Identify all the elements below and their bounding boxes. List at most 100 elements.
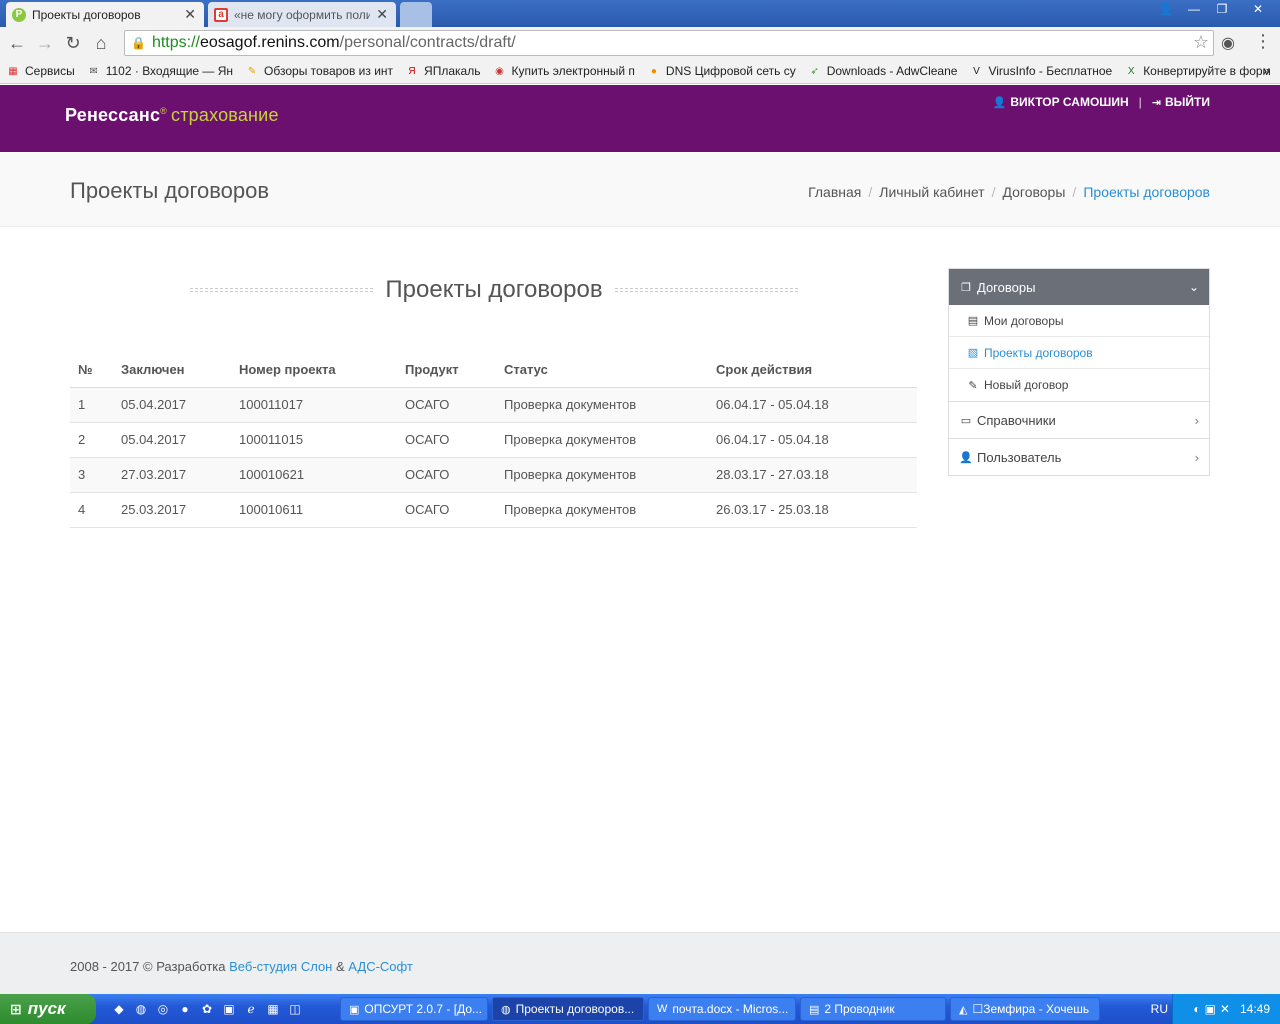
quick-launch-icon[interactable]: ◆ (108, 1002, 130, 1016)
task-label: ОПСУРТ 2.0.7 - [До... (364, 1002, 483, 1016)
taskbar-task-button[interactable]: Wпочта.docx - Micros... (648, 997, 796, 1021)
tray-icon[interactable]: ▣ (1205, 1002, 1216, 1016)
web-studio-link[interactable]: Веб-студия Слон (229, 959, 332, 974)
user-name-link[interactable]: ВИКТОР САМОШИН (1010, 95, 1128, 109)
back-icon[interactable]: ← (3, 29, 31, 57)
sidebar-item-label: Справочники (977, 412, 1056, 428)
table-row[interactable]: 2 05.04.2017 100011015 ОСАГО Проверка докуме… (70, 422, 917, 458)
renins-logo[interactable]: Ренессанс® страхование (65, 105, 279, 126)
close-icon[interactable]: ✕ (376, 6, 388, 23)
cell-status: Проверка документов (496, 457, 708, 493)
bookmark-label: Конвертируйте в форм (1143, 64, 1271, 78)
yap-icon: Я (408, 65, 416, 77)
taskbar-task-button[interactable]: ◭ ☐Земфира - Хочешь (950, 997, 1100, 1021)
forward-icon[interactable]: → (31, 29, 59, 57)
maximize-icon[interactable]: ❐ (1208, 0, 1236, 18)
bookmark-item[interactable]: ◉ Купить электронный п (492, 64, 635, 78)
quick-launch-icon[interactable]: ◎ (152, 1002, 174, 1016)
extension-eye-icon[interactable]: ◉ (1221, 33, 1235, 53)
bookmark-item[interactable]: ▦ Сервисы (6, 64, 74, 78)
reload-icon[interactable]: ↻ (59, 29, 87, 57)
sidebar-item-new-contract[interactable]: ✎ Новый договор (949, 369, 1209, 401)
bookmark-item[interactable]: V VirusInfo - Бесплатное (969, 64, 1112, 78)
user-icon[interactable]: 👤 (1152, 0, 1180, 18)
bookmark-item[interactable]: ● DNS Цифровой сеть су (647, 64, 796, 78)
windows-flag-icon: ⊞ (10, 1000, 22, 1017)
breadcrumb-home[interactable]: Главная (808, 184, 861, 200)
column-header-product[interactable]: Продукт (397, 352, 496, 388)
taskbar-task-button[interactable]: ◍ Проекты договоров... (492, 997, 644, 1021)
cell-status: Проверка документов (496, 387, 708, 423)
close-icon[interactable]: ✕ (184, 6, 196, 23)
breadcrumb-contracts[interactable]: Договоры (1002, 184, 1065, 200)
column-header-signed[interactable]: Заключен (113, 352, 231, 388)
divider: | (1138, 95, 1142, 109)
browser-tabstrip: Р Проекты договоров ✕ a «не могу оформит… (0, 0, 1280, 27)
start-button[interactable]: ⊞ пуск (0, 994, 96, 1024)
bookmark-label: ЯПлакаль (424, 64, 481, 78)
column-header-status[interactable]: Статус (496, 352, 708, 388)
quick-launch-icon[interactable]: ◍ (130, 1002, 152, 1016)
bookmark-item[interactable]: ➶ Downloads - AdwCleane (808, 64, 958, 78)
cell-signed-date: 25.03.2017 (113, 492, 231, 528)
bookmark-star-icon[interactable]: ☆ (1193, 32, 1209, 53)
quick-launch-icon[interactable]: ℯ (240, 1002, 262, 1016)
section-title: Проекты договоров (385, 276, 603, 303)
quick-launch-icon[interactable]: ▣ (218, 1002, 240, 1016)
url-scheme: https:// (151, 34, 200, 51)
bookmark-item[interactable]: X Конвертируйте в форм (1124, 64, 1271, 78)
folder-open-icon: ▭ (960, 414, 972, 427)
edit-icon: ✎ (968, 379, 978, 392)
tray-icon[interactable]: ✕ (1220, 1002, 1230, 1016)
tray-icon[interactable]: ◐ (1193, 1002, 1200, 1016)
chrome-icon: ◍ (501, 1003, 511, 1016)
window-close-icon[interactable]: ✕ (1236, 0, 1280, 18)
cell-number: 4 (70, 492, 113, 528)
window-controls: 👤 — ❐ ✕ (1152, 0, 1280, 20)
drafts-table: № Заключен Номер проекта Продукт Статус … (70, 352, 917, 528)
rocket-icon: ➶ (810, 65, 819, 77)
bookmark-item[interactable]: Я ЯПлакаль (405, 64, 480, 78)
cell-number: 1 (70, 387, 113, 423)
address-bar[interactable]: 🔒 https:// eosagof.renins.com /personal/… (124, 30, 1214, 56)
breadcrumb: Главная / Личный кабинет / Договоры / Пр… (808, 184, 1210, 200)
start-label: пуск (27, 999, 66, 1018)
column-header-number[interactable]: № (70, 352, 113, 388)
logout-link[interactable]: ВЫЙТИ (1165, 95, 1210, 109)
table-row[interactable]: 1 05.04.2017 100011017 ОСАГО Проверка докуме… (70, 387, 917, 423)
sidebar-item-references[interactable]: ▭ Справочники › (949, 401, 1209, 438)
column-header-validity[interactable]: Срок действия (708, 352, 917, 388)
quick-launch-icon[interactable]: ▦ (262, 1002, 284, 1016)
minimize-icon[interactable]: — (1180, 0, 1208, 18)
quick-launch-icon[interactable]: ● (174, 1002, 196, 1016)
tab-title: «не могу оформить полис е (234, 7, 371, 22)
browser-menu-icon[interactable]: ⋮ (1254, 31, 1272, 52)
breadcrumb-cabinet[interactable]: Личный кабинет (879, 184, 984, 200)
cell-product: ОСАГО (397, 492, 496, 528)
table-row[interactable]: 3 27.03.2017 100010621 ОСАГО Проверка докуме… (70, 457, 917, 493)
sidebar-item-my-contracts[interactable]: ▤ Мои договоры (949, 305, 1209, 337)
bookmarks-overflow-icon[interactable]: » (1263, 63, 1270, 78)
ads-soft-link[interactable]: АДС-Софт (348, 959, 413, 974)
breadcrumb-separator: / (1072, 184, 1077, 200)
quick-launch-icon[interactable]: ✿ (196, 1002, 218, 1016)
sidebar-menu: ❐ Договоры ⌄ ▤ Мои договоры ▧ Проекты до… (948, 268, 1210, 476)
sidebar-item-user[interactable]: 👤 Пользователь › (949, 438, 1209, 475)
table-row[interactable]: 4 25.03.2017 100010611 ОСАГО Проверка докуме… (70, 492, 917, 528)
sidebar-section-label: Договоры (977, 279, 1036, 295)
tab-search-result[interactable]: a «не могу оформить полис е ✕ (208, 2, 396, 27)
quick-launch-icon[interactable]: ◫ (284, 1002, 306, 1016)
cell-project-number: 100011015 (231, 422, 397, 458)
bookmark-item[interactable]: ✎ Обзоры товаров из инт (245, 64, 393, 78)
tab-contract-drafts[interactable]: Р Проекты договоров ✕ (6, 2, 204, 27)
new-tab-button[interactable] (400, 2, 432, 27)
convert-icon: X (1127, 65, 1135, 77)
taskbar-task-button[interactable]: ▣ ОПСУРТ 2.0.7 - [До... (340, 997, 488, 1021)
sidebar-item-draft-contracts[interactable]: ▧ Проекты договоров (949, 337, 1209, 369)
column-header-project-number[interactable]: Номер проекта (231, 352, 397, 388)
language-indicator[interactable]: RU (1151, 1002, 1168, 1016)
home-icon[interactable]: ⌂ (87, 29, 115, 57)
bookmark-item[interactable]: ✉ 1102 · Входящие — Ян (87, 64, 234, 78)
taskbar-task-button[interactable]: ▤ 2 Проводник (800, 997, 946, 1021)
sidebar-section-contracts[interactable]: ❐ Договоры ⌄ (949, 269, 1209, 305)
